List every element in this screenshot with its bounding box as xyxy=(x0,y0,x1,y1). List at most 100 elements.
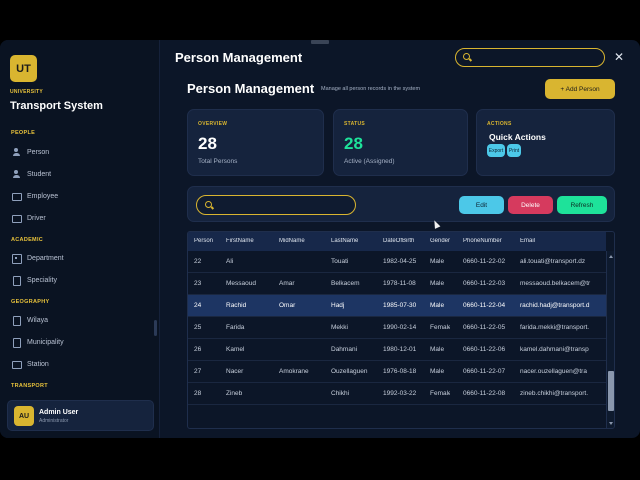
table-search-input[interactable] xyxy=(196,195,356,215)
sidebar-item-municipality[interactable]: Municipality xyxy=(12,335,152,349)
table-row[interactable]: 24 Rachid Omar Hadj 1985-07-30 Male 0660-11-22… xyxy=(188,295,606,317)
overview-card: OVERVIEW 28 Total Persons xyxy=(187,109,324,176)
scroll-down-icon[interactable] xyxy=(609,422,613,425)
table-cell: Hadj xyxy=(331,302,345,309)
sidebar-item-speciality[interactable]: Speciality xyxy=(12,273,152,287)
scrollbar-thumb[interactable] xyxy=(608,371,614,411)
total-persons-value: 28 xyxy=(198,134,217,153)
table-cell: Nacer xyxy=(226,368,244,375)
table-cell: 1978-11-08 xyxy=(383,280,416,287)
table-cell: Amar xyxy=(279,280,295,287)
sidebar-item-label: Department xyxy=(27,254,64,262)
column-header[interactable]: DateOfBirth xyxy=(383,238,414,244)
print-button[interactable]: Print xyxy=(507,144,521,157)
table-cell: Male xyxy=(430,258,445,265)
sidebar-item-station[interactable]: Station xyxy=(12,357,152,371)
table-cell: kamel.dahmani@transp xyxy=(520,346,589,353)
map-icon xyxy=(12,316,21,326)
global-search-input[interactable] xyxy=(455,48,605,67)
close-icon[interactable]: ✕ xyxy=(613,50,625,64)
scroll-up-icon[interactable] xyxy=(609,255,613,258)
column-header[interactable]: LastName xyxy=(331,238,358,244)
document-icon xyxy=(12,276,21,286)
table-cell: nacer.ouzellaguen@tra xyxy=(520,368,587,375)
export-button[interactable]: Export xyxy=(487,144,505,157)
column-header[interactable]: FirstName xyxy=(226,238,254,244)
table-cell: Zineb xyxy=(226,390,243,397)
column-header[interactable]: Gender xyxy=(430,238,450,244)
section-transport: TRANSPORT xyxy=(11,383,48,389)
station-icon xyxy=(12,360,22,369)
refresh-button[interactable]: Refresh xyxy=(557,196,607,214)
sidebar-item-label: Municipality xyxy=(27,338,64,346)
app-title: Transport System xyxy=(10,100,103,112)
sidebar-item-employee[interactable]: Employee xyxy=(12,189,152,203)
card-label: ACTIONS xyxy=(487,121,512,127)
table-cell: Kamel xyxy=(226,346,245,353)
table-cell: Ouzellaguen xyxy=(331,368,368,375)
avatar: AU xyxy=(14,406,34,426)
sidebar-item-wilaya[interactable]: Wilaya xyxy=(12,313,152,327)
user-name: Admin User xyxy=(39,409,79,416)
page-subtitle: Manage all person records in the system xyxy=(321,86,421,92)
table-row[interactable]: 23 Messaoud Amar Belkacem 1978-11-08 Male 0660… xyxy=(188,273,606,295)
table-row[interactable]: 28 Zineb Chikhi 1992-03-22 Female 0660-11-22-… xyxy=(188,383,606,405)
sidebar-item-label: Speciality xyxy=(27,276,57,284)
table-cell: 0660-11-22-08 xyxy=(463,390,506,397)
table-cell: 1976-08-18 xyxy=(383,368,417,375)
add-person-button[interactable]: + Add Person xyxy=(545,79,615,99)
actions-card: ACTIONS Quick Actions Export Print xyxy=(476,109,615,176)
table-toolbar: Edit Delete Refresh xyxy=(187,186,615,222)
edit-button[interactable]: Edit xyxy=(459,196,504,214)
person-icon xyxy=(12,170,20,178)
table-cell: messaoud.belkacem@tr xyxy=(520,280,591,287)
sidebar-item-label: Station xyxy=(27,360,49,368)
map-icon xyxy=(12,338,21,348)
table-cell: Male xyxy=(430,346,445,353)
column-header[interactable]: MidName xyxy=(279,238,305,244)
building-icon xyxy=(12,254,22,264)
table-cell: 0660-11-22-05 xyxy=(463,324,506,331)
person-table: Person FirstName MidName LastName DateOf… xyxy=(187,231,615,429)
table-cell: Dahmani xyxy=(331,346,358,353)
column-header[interactable]: Email xyxy=(520,238,535,244)
table-cell: Omar xyxy=(279,302,296,309)
briefcase-icon xyxy=(12,192,22,201)
sidebar-item-label: Student xyxy=(27,170,52,178)
table-cell: zineb.chikhi@transport. xyxy=(520,390,589,397)
sidebar-item-student[interactable]: Student xyxy=(12,167,152,181)
sidebar-item-label: Employee xyxy=(27,192,59,200)
table-cell: 28 xyxy=(194,390,202,397)
table-cell: 0660-11-22-02 xyxy=(463,258,506,265)
table-cell: 27 xyxy=(194,368,202,375)
table-cell: farida.mekki@transport. xyxy=(520,324,590,331)
table-cell: 0660-11-22-06 xyxy=(463,346,506,353)
delete-button[interactable]: Delete xyxy=(508,196,553,214)
column-header[interactable]: Person xyxy=(194,238,216,244)
table-row[interactable]: 22 Ali Touati 1982-04-25 Male 0660-11-22-02 al… xyxy=(188,251,606,273)
table-cell: Male xyxy=(430,302,445,309)
person-icon xyxy=(12,148,20,156)
table-header: Person FirstName MidName LastName DateOf… xyxy=(188,232,606,251)
sidebar-item-person[interactable]: Person xyxy=(12,145,152,159)
window-drag-handle[interactable] xyxy=(311,40,329,44)
user-profile-card[interactable]: AU Admin User Administrator xyxy=(7,400,154,431)
table-cell: Chikhi xyxy=(331,390,350,397)
table-cell: Ali xyxy=(226,258,234,265)
table-cell: Messaoud xyxy=(226,280,256,287)
table-scrollbar[interactable] xyxy=(606,251,614,428)
table-cell: Belkacem xyxy=(331,280,360,287)
app-window: UT UNIVERSITY Transport System PEOPLE Pe… xyxy=(0,40,640,438)
sidebar-scrollbar[interactable] xyxy=(154,320,157,336)
table-cell: Mekki xyxy=(331,324,348,331)
table-cell: 23 xyxy=(194,280,202,287)
status-card: STATUS 28 Active (Assigned) xyxy=(333,109,468,176)
sidebar-item-department[interactable]: Department xyxy=(12,251,152,265)
table-row[interactable]: 26 Kamel Dahmani 1980-12-01 Male 0660-11-22-0… xyxy=(188,339,606,361)
page-title: Person Management xyxy=(187,81,315,96)
table-row[interactable]: 25 Farida Mekki 1990-02-14 Female 0660-11-22-… xyxy=(188,317,606,339)
active-persons-value: 28 xyxy=(344,134,363,153)
table-row[interactable]: 27 Nacer Amokrane Ouzellaguen 1976-08-18 Male… xyxy=(188,361,606,383)
column-header[interactable]: PhoneNumber xyxy=(463,238,502,244)
sidebar-item-driver[interactable]: Driver xyxy=(12,211,152,225)
